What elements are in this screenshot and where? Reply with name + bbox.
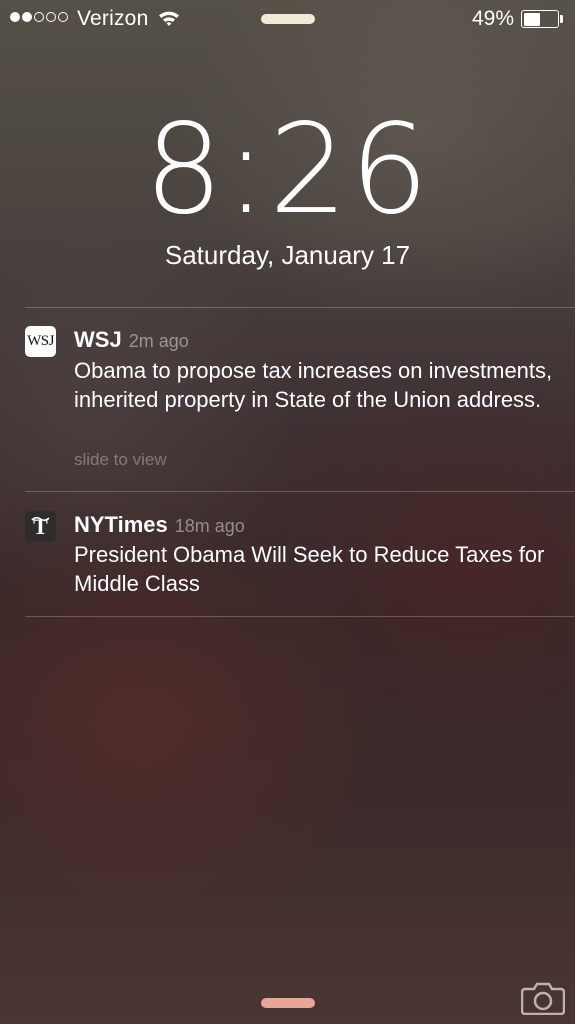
notification-app-label: NYTimes [74, 512, 168, 537]
status-bar: Verizon 49% [0, 0, 575, 38]
signal-dot [58, 12, 68, 22]
battery-icon [521, 10, 559, 28]
battery-percentage: 49% [472, 7, 515, 30]
signal-dot [10, 12, 20, 22]
notification-wsj[interactable]: WSJ WSJ 2m ago Obama to propose tax incre… [0, 307, 575, 491]
lock-screen-time: 8:26 [144, 98, 431, 242]
signal-dot [34, 12, 44, 22]
camera-icon[interactable] [520, 981, 566, 1020]
battery-level-fill [523, 12, 540, 26]
wifi-icon [158, 9, 180, 32]
notification-app-label: WSJ [74, 327, 122, 352]
notification-message: Obama to propose tax increases on invest… [74, 358, 553, 412]
carrier-name: Verizon [77, 7, 149, 30]
signal-dot [46, 12, 56, 22]
notification-timestamp: 2m ago [128, 331, 189, 351]
notification-app-name: NYTimes 18m ago [74, 511, 245, 540]
lock-screen-date: Saturday, January 17 [164, 240, 411, 270]
notification-app-name: WSJ 2m ago [74, 326, 189, 355]
control-center-grabber[interactable] [261, 998, 315, 1008]
notification-center-handle[interactable] [261, 14, 315, 24]
notification-message: President Obama Will Seek to Reduce Taxe… [74, 542, 545, 596]
wsj-app-icon: WSJ [25, 326, 56, 357]
nyt-logo-icon: T [25, 511, 56, 542]
notification-divider [25, 616, 575, 617]
notification-timestamp: 18m ago [174, 516, 245, 536]
signal-strength-indicator [10, 12, 68, 22]
signal-dot [22, 12, 32, 22]
notification-nytimes[interactable]: T NYTimes 18m ago President Obama Will Se… [0, 491, 575, 616]
slide-to-view-hint: slide to view [74, 450, 167, 469]
battery-terminal [560, 15, 563, 23]
